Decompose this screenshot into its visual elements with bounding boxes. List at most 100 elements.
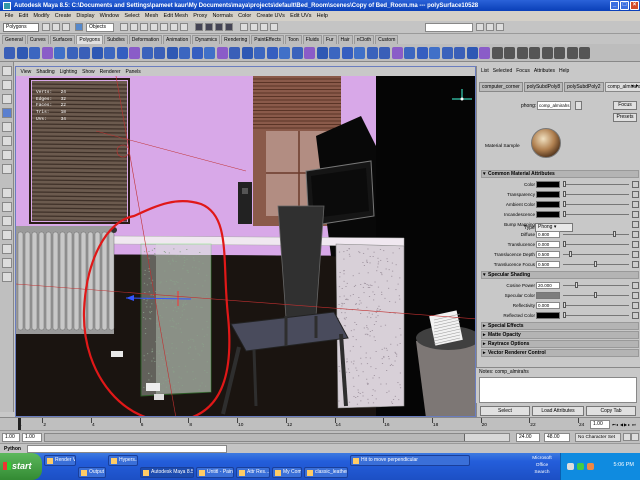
select-tool-icon[interactable] — [2, 66, 12, 76]
attr-slider[interactable] — [563, 251, 629, 257]
lasso-tool-icon[interactable] — [2, 80, 12, 90]
select-node-icon[interactable] — [575, 101, 582, 110]
attr-slider[interactable] — [563, 181, 629, 187]
map-texture-button[interactable] — [632, 201, 639, 208]
taskbar-button[interactable]: Autodesk Maya 8.5: C:... — [140, 467, 194, 478]
poly-cone-icon[interactable] — [41, 47, 53, 59]
count-icon[interactable] — [579, 47, 590, 59]
attr-value-field[interactable]: 0.000 — [536, 241, 560, 248]
select-by-deform-icon[interactable] — [160, 23, 168, 31]
go-to-end-icon[interactable]: ⏭ — [632, 420, 636, 429]
extrude-icon[interactable] — [304, 47, 315, 59]
show-attribute-editor-icon[interactable] — [486, 23, 494, 31]
slider-knob[interactable] — [594, 292, 597, 298]
maximize-button[interactable]: □ — [620, 1, 629, 10]
menu-create[interactable]: Create — [52, 13, 74, 19]
slider-knob[interactable] — [594, 261, 597, 267]
attr-menu-list[interactable]: List — [479, 68, 491, 74]
triangulate-icon[interactable] — [404, 47, 415, 59]
layout-custom-icon[interactable] — [2, 272, 12, 282]
section-common-material-attributes[interactable]: Common Material Attributes — [481, 170, 639, 178]
attr-slider[interactable] — [563, 292, 629, 298]
attr-slider[interactable] — [563, 191, 629, 197]
load-attributes-button[interactable]: Load Attributes — [532, 406, 584, 416]
select-by-joint-icon[interactable] — [130, 23, 138, 31]
scale-tool-icon[interactable] — [2, 136, 12, 146]
menu-edit[interactable]: Edit — [16, 13, 31, 19]
menu-window[interactable]: Window — [97, 13, 122, 19]
section-raytrace-options[interactable]: Raytrace Options — [481, 340, 639, 348]
manipulator-tool-icon[interactable] — [2, 150, 12, 160]
shelf-tab-animation[interactable]: Animation — [162, 35, 192, 44]
color-swatch[interactable] — [536, 191, 560, 198]
show-hide-channel-box-icon[interactable] — [476, 23, 484, 31]
slider-knob[interactable] — [569, 251, 573, 257]
viewport-menu-show[interactable]: Show — [80, 69, 98, 75]
taskbar-button[interactable]: Hypers... — [108, 455, 138, 466]
network-icon[interactable] — [567, 463, 574, 470]
select-button[interactable]: Select — [480, 406, 530, 416]
color-swatch[interactable] — [536, 292, 560, 299]
slider-knob[interactable] — [612, 231, 616, 237]
animation-start-field[interactable]: 1.00 — [2, 433, 20, 442]
poly-pyramid-icon[interactable] — [91, 47, 103, 59]
slider-knob[interactable] — [563, 312, 566, 318]
menu-mesh[interactable]: Mesh — [142, 13, 161, 19]
split-polygon-icon[interactable] — [266, 47, 278, 59]
security-icon[interactable] — [587, 463, 594, 470]
boolean-difference-icon[interactable] — [204, 47, 215, 59]
boolean-intersection-icon[interactable] — [216, 47, 228, 59]
viewport-menu-lighting[interactable]: Lighting — [57, 69, 80, 75]
menu-display[interactable]: Display — [74, 13, 97, 19]
map-texture-button[interactable] — [632, 191, 639, 198]
node-name-field[interactable] — [537, 101, 571, 110]
shelf-tab-hair[interactable]: Hair — [337, 35, 353, 44]
slider-knob[interactable] — [563, 181, 566, 187]
crease-icon[interactable] — [454, 47, 465, 59]
shelf-tab-curves[interactable]: Curves — [26, 35, 49, 44]
bevel-icon[interactable] — [316, 47, 328, 59]
attr-slider[interactable] — [563, 302, 629, 308]
menu-proxy[interactable]: Proxy — [191, 13, 210, 19]
shelf-tab-painteffects[interactable]: PaintEffects — [251, 35, 284, 44]
automatic-map-icon[interactable] — [541, 47, 553, 59]
reduce-icon[interactable] — [379, 47, 390, 59]
history-icon[interactable] — [240, 23, 248, 31]
attr-menu-help[interactable]: Help — [557, 68, 571, 74]
wedge-icon[interactable] — [341, 47, 353, 59]
save-scene-icon[interactable] — [62, 23, 70, 31]
shelf-tab-rendering[interactable]: Rendering — [221, 35, 251, 44]
cylindrical-map-icon[interactable] — [516, 47, 528, 59]
last-tool-icon[interactable] — [2, 164, 12, 174]
focus-button[interactable]: Focus — [613, 101, 637, 110]
poly-pipe-icon[interactable] — [104, 47, 115, 59]
combine-icon[interactable] — [141, 47, 153, 59]
menu-select[interactable]: Select — [122, 13, 142, 19]
selection-mask-dropdown[interactable]: Objects — [86, 23, 114, 32]
select-hierarchy-icon[interactable] — [75, 23, 83, 31]
map-texture-button[interactable] — [632, 282, 639, 289]
attr-value-field[interactable]: 20.000 — [536, 282, 560, 289]
poly-cylinder-icon[interactable] — [29, 47, 40, 59]
current-frame-field[interactable]: 1.00 — [590, 420, 610, 429]
fill-hole-icon[interactable] — [429, 47, 440, 59]
close-button[interactable]: × — [630, 1, 639, 10]
menu-edit-uvs[interactable]: Edit UVs — [287, 13, 314, 19]
bridge-icon[interactable] — [241, 47, 253, 59]
menu-edit-mesh[interactable]: Edit Mesh — [161, 13, 191, 19]
layout-uvs-icon[interactable] — [566, 47, 578, 59]
character-set-dropdown[interactable]: No Character Set — [575, 433, 621, 442]
shelf-tab-surfaces[interactable]: Surfaces — [49, 35, 76, 44]
planar-map-icon[interactable] — [504, 47, 515, 59]
map-texture-button[interactable] — [632, 251, 639, 258]
render-frame-icon[interactable] — [250, 23, 258, 31]
volume-icon[interactable] — [577, 463, 584, 470]
input-line-field[interactable] — [425, 23, 473, 32]
current-time-marker[interactable] — [18, 418, 21, 430]
poly-helix-icon[interactable] — [116, 47, 128, 59]
shelf-tab-general[interactable]: General — [2, 35, 26, 44]
show-tool-settings-icon[interactable] — [496, 23, 504, 31]
soft-edge-icon[interactable] — [466, 47, 478, 59]
merge-icon[interactable] — [329, 47, 340, 59]
perspective-viewport[interactable]: View Shading Lighting Show Renderer Panels — [15, 66, 476, 417]
